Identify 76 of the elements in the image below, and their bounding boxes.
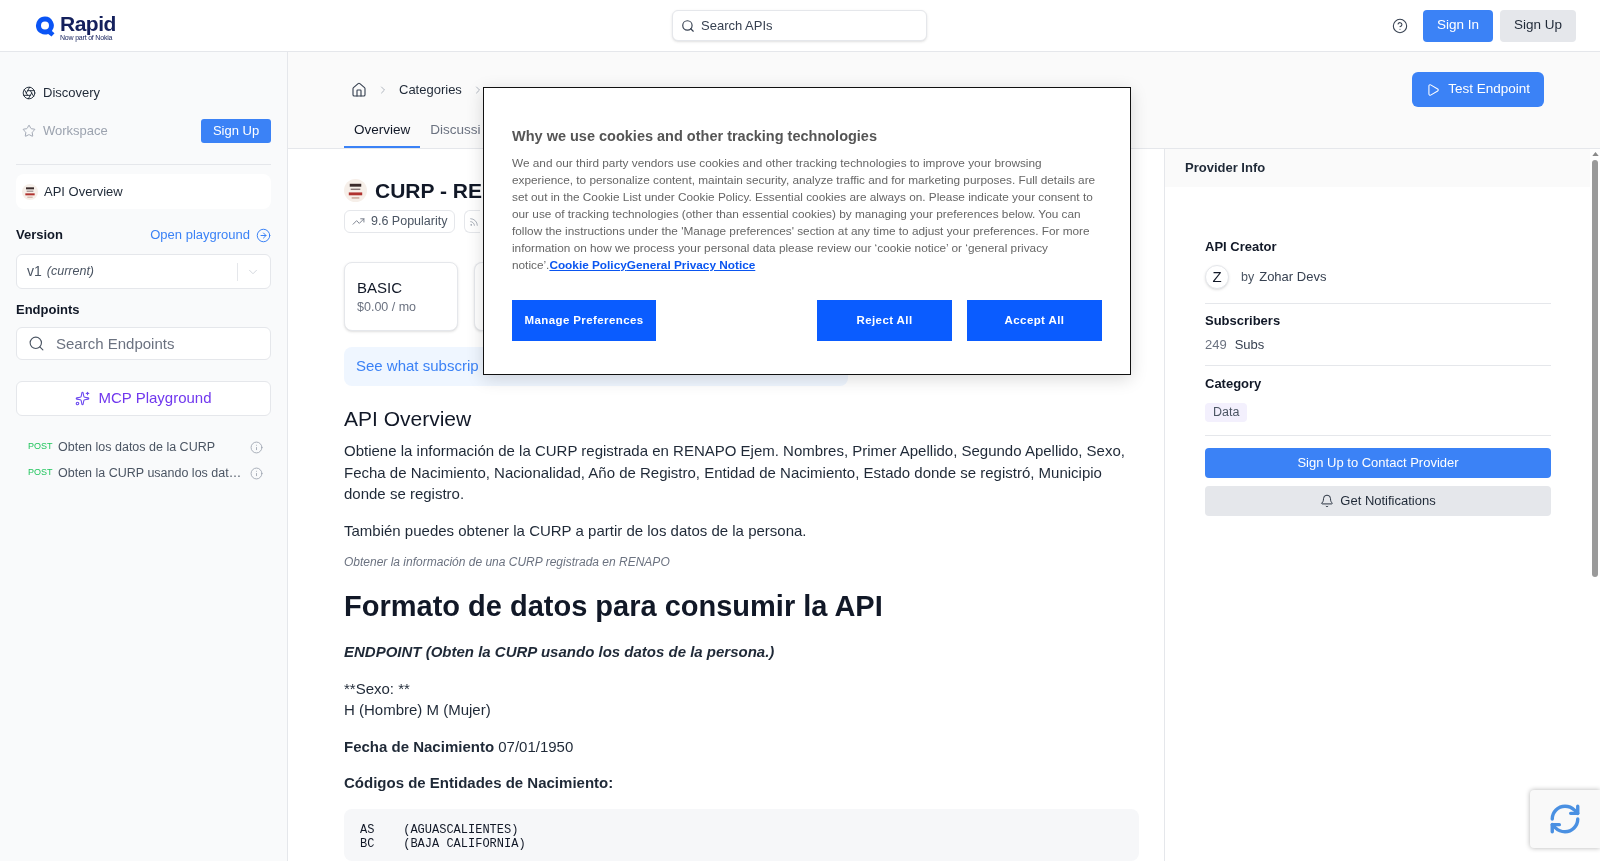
subheading: Códigos de Entidades de Nacimiento: xyxy=(344,773,615,793)
caption: Obtener la información de una CURP registrada en RENAPO xyxy=(344,554,671,571)
paragraph: También puedes obtener la CURP a partir de los datos de la persona. xyxy=(344,520,808,541)
play-icon xyxy=(1426,82,1441,97)
info-icon[interactable] xyxy=(250,440,263,454)
endpoints-label: Endpoints xyxy=(16,301,80,320)
contact-button[interactable]: Sign Up to Contact Provider xyxy=(1205,448,1551,478)
category-tag[interactable]: Data xyxy=(1205,403,1248,422)
sidebar-item[interactable]: API Overview xyxy=(16,174,271,209)
circular-arrows-icon xyxy=(1548,802,1582,836)
logo-text[interactable]: Rapid xyxy=(60,12,116,34)
section-label: Category xyxy=(1205,375,1263,393)
section-heading: Formato de datos para consumir la API xyxy=(344,589,884,624)
consent-button[interactable]: Manage Preferences xyxy=(512,300,656,341)
plan-price: $0.00 / mo xyxy=(357,299,418,316)
method-label: POST xyxy=(28,466,54,480)
logo-icon xyxy=(34,14,56,37)
consent-button[interactable]: Reject All xyxy=(817,300,952,341)
header-button[interactable]: Sign Up xyxy=(1499,9,1576,42)
scroll-up-icon[interactable] xyxy=(1591,152,1599,156)
search-field[interactable]: Search Endpoints xyxy=(16,327,271,360)
panel-title: Provider Info xyxy=(1185,159,1266,178)
dialog-title: Why we use cookies and other tracking technologies xyxy=(512,127,878,146)
home-icon[interactable] xyxy=(351,81,367,98)
breadcrumb-link[interactable]: Categories xyxy=(399,79,462,100)
paragraph: **Sexo: ** H (Hombre) M (Mujer) xyxy=(344,678,492,720)
arrow-circle-icon xyxy=(256,227,271,243)
mcp-button[interactable]: MCP Playground xyxy=(16,381,271,416)
subscriber-unit: Subs xyxy=(1234,336,1265,355)
scrollbar-thumb[interactable] xyxy=(1592,160,1598,577)
rss-icon xyxy=(469,216,480,227)
endpoint-link[interactable]: Obten la CURP usando los dat… xyxy=(58,463,250,483)
cookie-text: We and our third party vendors use cookies and other tracking technologies to improve your browsing experience, to personalize content, maintain security, analyze traffic and for marketing purposes. Full details are set out in the Cookie List under Cookie Policy. Essential cookies are always on. Please indicate your consent to our use of tracking technologies (other than essential cookies) by managing your preferences below. You can follow the instructions under the 'Manage preferences' section at any time to adjust your preferences. For more information on how we process your personal data please review our ‘cookie notice’ or ‘general privacy notice’.Cookie PolicyGeneral Privacy Notice xyxy=(512,155,1097,274)
seal-icon xyxy=(344,179,367,202)
tab[interactable]: Discussi xyxy=(420,114,491,148)
section-label: Subscribers xyxy=(1205,312,1282,330)
paragraph: Fecha de Nacimiento 07/01/1950 xyxy=(344,736,575,757)
policy-link[interactable]: Cookie Policy xyxy=(549,258,627,272)
star-icon xyxy=(22,124,36,138)
info-icon[interactable] xyxy=(250,466,263,480)
section-label: API Creator xyxy=(1205,238,1278,256)
creator-name[interactable]: Zohar Devs xyxy=(1259,267,1327,287)
policy-link[interactable]: General Privacy Notice xyxy=(626,258,756,272)
version-label: Version xyxy=(16,226,63,245)
creator-prefix: by xyxy=(1241,268,1255,286)
aperture-icon xyxy=(22,86,36,100)
endpoint-heading: ENDPOINT (Obten la CURP usando los datos de la persona.) xyxy=(344,642,776,662)
pricing-card[interactable] xyxy=(474,262,483,331)
trend-icon xyxy=(352,215,365,228)
sparkles-icon xyxy=(75,391,91,406)
test-endpoint-button[interactable]: Test Endpoint xyxy=(1412,72,1544,107)
header-button[interactable]: Sign In xyxy=(1422,9,1493,42)
pricing-card[interactable]: BASIC $0.00 / mo xyxy=(344,262,458,331)
search-icon xyxy=(28,335,45,352)
method-label: POST xyxy=(28,440,54,454)
plan-name: BASIC xyxy=(357,278,403,298)
tab[interactable]: Overview xyxy=(344,114,421,148)
code-text: AS (AGUASCALIENTES) BC (BAJA CALIFORNIA) xyxy=(360,822,526,851)
paragraph: Obtiene la información de la CURP registrada en RENAPO Ejem. Nombres, Primer Apellido, Segundo Apellido, Sexo, Fecha de Nacimiento, Nacionalidad, Año de Registro, Entidad de Nacimiento, Estado donde se registró, Municipio donde se registro. xyxy=(344,441,1126,504)
notifications-button[interactable]: Get Notifications xyxy=(1205,486,1551,516)
overview-heading: API Overview xyxy=(344,406,473,432)
search-icon xyxy=(681,18,695,33)
version-select[interactable]: v1 (current) xyxy=(16,254,271,289)
subscriber-count: 249 xyxy=(1205,336,1227,355)
avatar: Z xyxy=(1205,265,1229,289)
help-icon[interactable] xyxy=(1391,17,1408,34)
search-field[interactable]: Search APIs xyxy=(672,10,927,41)
consent-button[interactable]: Accept All xyxy=(967,300,1102,341)
stat-chip: 9.6 Popularity xyxy=(344,210,456,233)
playground-link[interactable]: Open playground xyxy=(150,225,271,245)
banner-text[interactable]: See what subscrip xyxy=(356,355,479,378)
api-title: CURP - RE xyxy=(375,179,482,202)
endpoint-link[interactable]: Obten los datos de la CURP xyxy=(58,437,250,457)
seal-icon xyxy=(22,183,38,200)
nav-item[interactable]: Discovery xyxy=(16,83,101,103)
bell-icon xyxy=(1320,494,1335,508)
